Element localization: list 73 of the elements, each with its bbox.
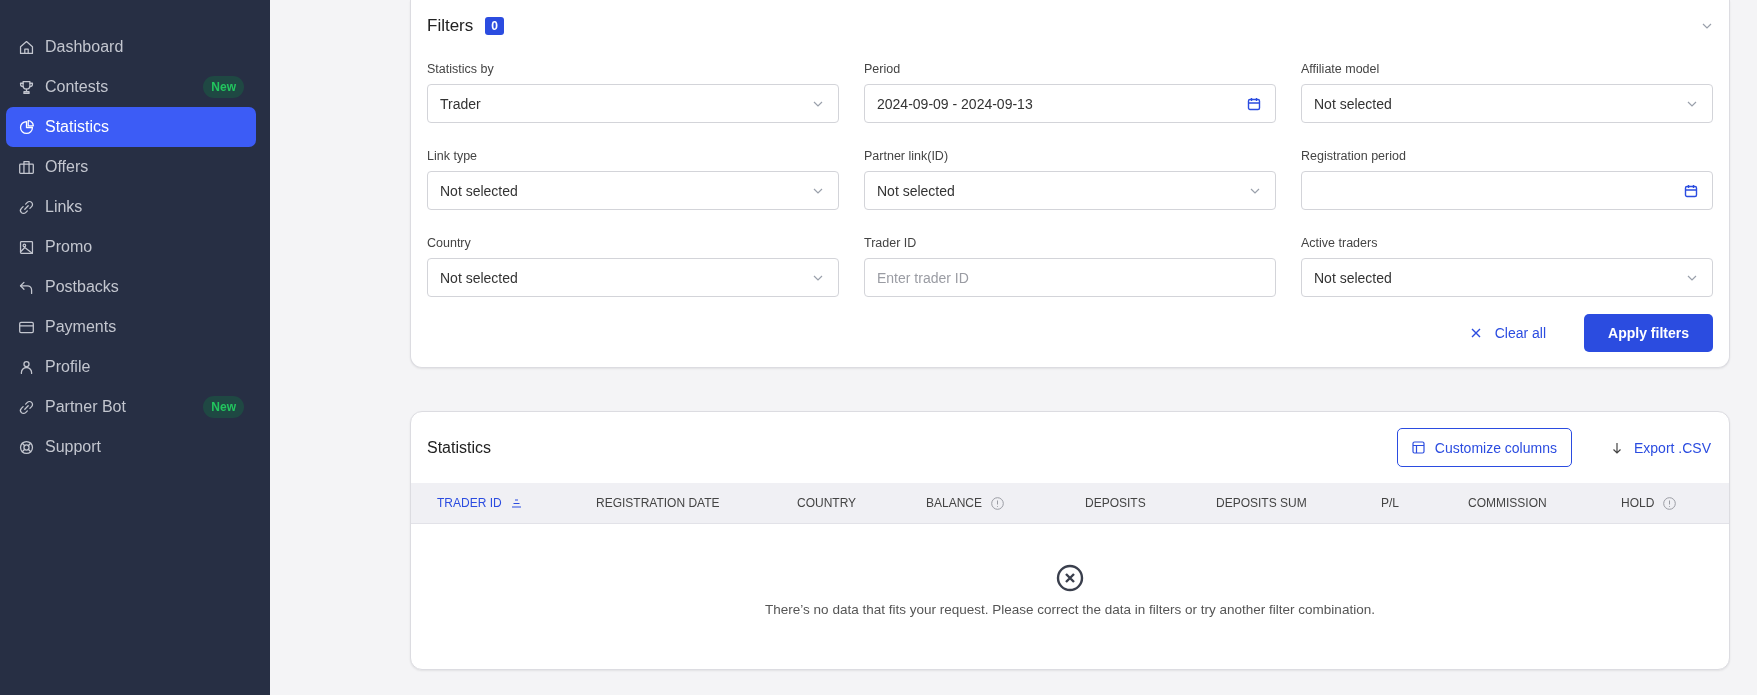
chevron-down-icon [1249,186,1261,195]
select-field[interactable]: Not selected [1301,84,1713,123]
text-input-field[interactable]: Enter trader ID [864,258,1276,297]
sidebar-item[interactable]: Statistics [6,107,256,147]
clear-all-button[interactable]: Clear all [1470,325,1547,341]
sort-icon[interactable] [510,498,522,508]
field-label: Country [427,236,472,250]
column-header[interactable]: DEPOSITS [1085,496,1146,510]
sidebar-item[interactable]: Partner Bot New [6,387,256,427]
column-header[interactable]: HOLD [1621,496,1655,510]
chevron-down-icon [812,273,824,282]
column-header[interactable]: P/L [1381,496,1399,510]
filter-count-badge: 0 [485,17,504,35]
select-field[interactable]: Not selected [427,171,839,210]
sidebar-item[interactable]: Links [6,187,256,227]
info-icon [991,496,1005,510]
field-label: Active traders [1301,236,1379,250]
pie-chart-icon [18,118,35,136]
sidebar-item[interactable]: Postbacks [6,267,256,307]
sidebar-item[interactable]: Payments [6,307,256,347]
close-icon [1470,328,1481,338]
home-icon [18,38,35,56]
column-header[interactable]: REGISTRATION DATE [596,496,720,510]
column-header[interactable]: TRADER ID [437,496,502,510]
field-label: Affiliate model [1301,62,1381,76]
sidebar-item[interactable]: Promo [6,227,256,267]
lifebuoy-icon [18,438,35,456]
sidebar-item[interactable]: Contests New [6,67,256,107]
calendar-icon [1247,96,1261,111]
date-range-field[interactable]: 2024-09-09 - 2024-09-13 [864,84,1276,123]
field-label: Trader ID [864,236,918,250]
table-layout-icon [1411,441,1425,454]
field-label: Registration period [1301,149,1407,163]
chevron-down-icon [1686,99,1698,108]
field-label: Period [864,62,902,76]
field-label: Partner link(ID) [864,149,950,163]
sidebar-item[interactable]: Dashboard [6,27,256,67]
calendar-icon [1684,183,1698,198]
briefcase-icon [18,158,35,176]
select-field[interactable]: Not selected [864,171,1276,210]
field-label: Statistics by [427,62,495,76]
apply-filters-button[interactable]: Apply filters [1584,314,1713,352]
statistics-title: Statistics [427,438,492,457]
column-header[interactable]: COMMISSION [1468,496,1547,510]
select-field[interactable]: Not selected [1301,258,1713,297]
export-csv-button[interactable]: Export .CSV [1599,439,1713,456]
chevron-down-icon [812,186,824,195]
field-label: Link type [427,149,479,163]
chevron-down-icon [1686,273,1698,282]
customize-columns-button[interactable]: Customize columns [1396,428,1572,467]
select-field[interactable]: Trader [427,84,839,123]
link-icon [18,398,35,416]
sidebar-item[interactable]: Offers [6,147,256,187]
link-icon [18,198,35,216]
circle-x-icon [1056,564,1084,592]
sidebar-item[interactable]: Support [6,427,256,467]
select-field[interactable]: Not selected [427,258,839,297]
new-badge: New [203,76,244,98]
column-header[interactable]: DEPOSITS SUM [1216,496,1307,510]
column-header[interactable]: COUNTRY [797,496,857,510]
collapse-chevron-icon[interactable] [1701,22,1713,30]
person-icon [18,358,35,376]
new-badge: New [203,396,244,418]
empty-state-message: There’s no data that fits your request. Please correct the data in filters or try another filter combination. [765,602,1375,617]
chevron-down-icon [812,99,824,108]
column-header[interactable]: BALANCE [926,496,983,510]
filters-title: Filters [427,16,474,36]
image-icon [18,238,35,256]
date-range-field[interactable] [1301,171,1713,210]
download-arrow-icon [1611,441,1622,454]
sidebar-item[interactable]: Profile [6,347,256,387]
info-icon [1663,496,1677,510]
trophy-icon [18,78,35,96]
